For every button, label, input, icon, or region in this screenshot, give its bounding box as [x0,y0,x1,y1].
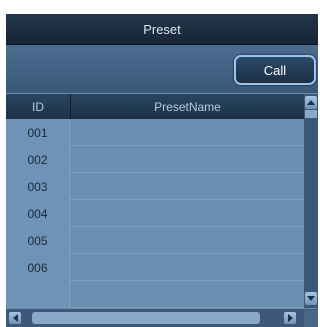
table-row[interactable]: 002 [6,146,304,173]
cell-id: 001 [6,119,70,146]
cell-preset-name[interactable] [70,281,304,308]
cell-preset-name[interactable] [70,146,304,173]
scroll-up-button[interactable] [305,96,317,109]
preset-panel: Preset Call ID PresetName 001 002 003 00… [6,14,318,327]
cell-preset-name[interactable] [70,173,304,200]
cell-preset-name[interactable] [70,254,304,281]
horizontal-scroll-thumb[interactable] [32,312,260,324]
arrow-left-icon [12,314,18,322]
toolbar: Call [6,45,318,93]
arrow-down-icon [307,296,315,301]
call-button[interactable]: Call [234,55,316,85]
horizontal-scrollbar[interactable] [6,309,318,327]
scroll-left-button[interactable] [9,312,21,324]
scroll-down-button[interactable] [305,292,317,305]
vertical-scroll-thumb[interactable] [305,110,317,118]
table-row[interactable]: 001 [6,119,304,146]
cell-preset-name[interactable] [70,200,304,227]
cell-id: 005 [6,227,70,254]
arrow-up-icon [307,100,315,105]
table-row[interactable]: 003 [6,173,304,200]
cell-id [6,281,70,308]
arrow-right-icon [287,314,293,322]
cell-preset-name[interactable] [70,227,304,254]
cell-id: 003 [6,173,70,200]
column-header-id[interactable]: ID [6,94,71,119]
table-header: ID PresetName [6,94,304,119]
cell-id: 006 [6,254,70,281]
panel-title: Preset [6,14,318,45]
cell-preset-name[interactable] [70,119,304,146]
vertical-scrollbar[interactable] [304,94,318,308]
cell-id: 004 [6,200,70,227]
cell-id: 002 [6,146,70,173]
table-row[interactable]: 006 [6,254,304,281]
table-row[interactable] [6,281,304,308]
table-row[interactable]: 004 [6,200,304,227]
scroll-right-button[interactable] [284,312,296,324]
resize-grip[interactable] [304,310,318,327]
preset-table-body: 001 002 003 004 005 006 [6,119,304,309]
table-row[interactable]: 005 [6,227,304,254]
column-header-preset-name[interactable]: PresetName [71,94,304,119]
